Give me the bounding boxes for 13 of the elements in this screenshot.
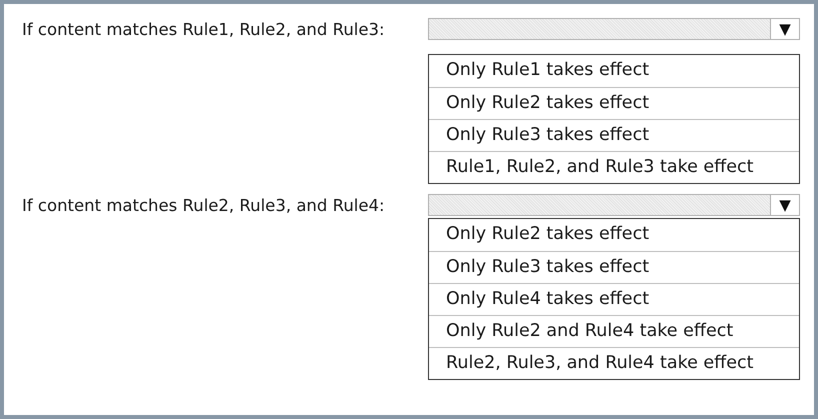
dropdown-option[interactable]: Only Rule4 takes effect	[429, 283, 799, 315]
dropdown-option[interactable]: Only Rule3 takes effect	[429, 251, 799, 283]
dropdown-option[interactable]: Rule2, Rule3, and Rule4 take effect	[429, 347, 799, 379]
question-label: If content matches Rule2, Rule3, and Rule4:	[22, 195, 386, 217]
dropdown[interactable]: ▼	[428, 18, 800, 40]
dropdown[interactable]: ▼	[428, 194, 800, 216]
dropdown-option[interactable]: Only Rule2 and Rule4 take effect	[429, 315, 799, 347]
dropdown-option[interactable]: Only Rule1 takes effect	[429, 55, 799, 87]
question-label: If content matches Rule1, Rule2, and Rule3:	[22, 19, 386, 41]
dropdown-option[interactable]: Only Rule2 takes effect	[429, 219, 799, 251]
dropdown-option[interactable]: Only Rule3 takes effect	[429, 119, 799, 151]
dropdown-option[interactable]: Rule1, Rule2, and Rule3 take effect	[429, 151, 799, 183]
dropdown-option[interactable]: Only Rule2 takes effect	[429, 87, 799, 119]
